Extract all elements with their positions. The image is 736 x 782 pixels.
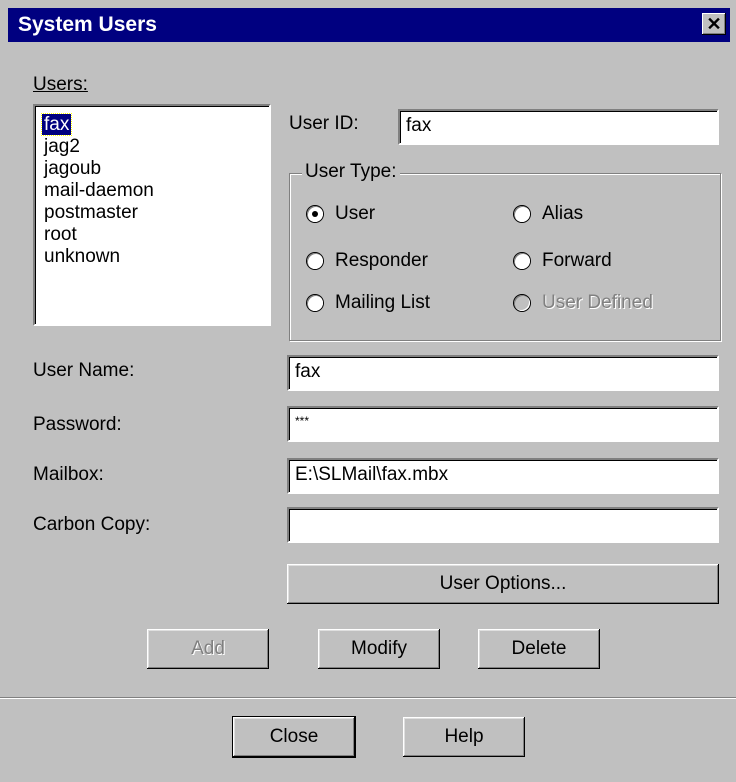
radio-user-label: User <box>335 203 376 224</box>
users-label-text: Users: <box>33 74 88 95</box>
list-item[interactable]: postmaster <box>42 202 140 223</box>
users-label: Users: <box>33 74 88 96</box>
password-label: Password: <box>33 414 122 435</box>
delete-button[interactable]: Delete <box>478 629 600 669</box>
list-item[interactable]: fax <box>40 113 73 136</box>
radio-icon <box>514 253 530 269</box>
radio-icon <box>514 206 530 222</box>
radio-responder-label: Responder <box>335 250 428 271</box>
radio-checked-icon <box>307 206 323 222</box>
list-item[interactable]: unknown <box>42 246 122 267</box>
radio-icon <box>514 295 530 311</box>
radio-responder[interactable]: Responder <box>307 250 428 272</box>
radio-alias-label: Alias <box>542 203 584 224</box>
system-users-dialog: System Users ✕ Users: fax jag2 jagoub ma… <box>0 0 736 782</box>
user-options-button[interactable]: User Options... <box>287 564 719 604</box>
list-item[interactable]: mail-daemon <box>42 180 156 201</box>
list-item[interactable]: root <box>42 224 79 245</box>
radio-mailing-list[interactable]: Mailing List <box>307 292 430 314</box>
carbon-copy-label: Carbon Copy: <box>33 514 151 535</box>
radio-mailing-list-label: Mailing List <box>335 292 431 313</box>
radio-alias[interactable]: Alias <box>514 203 583 225</box>
help-button[interactable]: Help <box>403 717 525 757</box>
mailbox-label: Mailbox: <box>33 464 104 485</box>
radio-forward[interactable]: Forward <box>514 250 612 272</box>
user-name-field[interactable]: fax <box>287 355 719 391</box>
user-name-label: User Name: <box>33 360 135 381</box>
radio-icon <box>307 295 323 311</box>
user-id-label: User ID: <box>289 113 359 134</box>
close-button[interactable]: Close <box>233 717 355 757</box>
user-type-legend: User Type: <box>302 161 400 183</box>
window-title: System Users <box>18 13 157 36</box>
separator <box>0 697 736 699</box>
radio-user-defined: User Defined <box>514 292 653 314</box>
radio-user[interactable]: User <box>307 203 375 225</box>
users-listbox[interactable]: fax jag2 jagoub mail-daemon postmaster r… <box>33 104 271 326</box>
user-id-field[interactable]: fax <box>398 109 719 145</box>
password-field[interactable]: *** <box>287 406 719 442</box>
radio-icon <box>307 253 323 269</box>
carbon-copy-field[interactable] <box>287 507 719 543</box>
modify-button[interactable]: Modify <box>318 629 440 669</box>
title-bar: System Users ✕ <box>8 8 730 42</box>
list-item[interactable]: jagoub <box>42 158 103 179</box>
add-button: Add <box>147 629 269 669</box>
close-icon[interactable]: ✕ <box>702 13 726 35</box>
radio-user-defined-label: User Defined <box>542 292 653 313</box>
mailbox-field[interactable]: E:\SLMail\fax.mbx <box>287 458 719 494</box>
radio-forward-label: Forward <box>542 250 612 271</box>
list-item[interactable]: jag2 <box>42 136 82 157</box>
